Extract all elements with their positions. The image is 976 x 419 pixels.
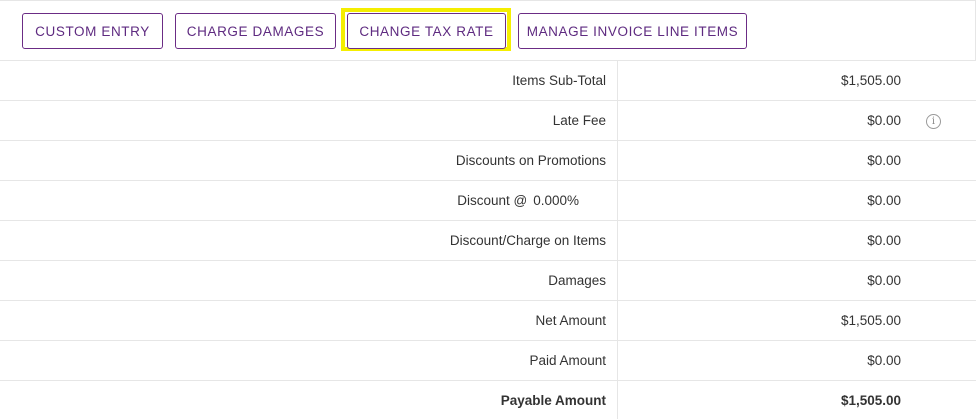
late-fee-value: $0.00 xyxy=(867,113,901,128)
paid-amount-value: $0.00 xyxy=(867,353,901,368)
paid-amount-row: Paid Amount $0.00 xyxy=(0,340,976,381)
discount-rate-percent: 0.000% xyxy=(533,193,579,208)
late-fee-label: Late Fee xyxy=(0,101,618,141)
late-fee-row: Late Fee $0.00 i xyxy=(0,100,976,141)
net-amount-row: Net Amount $1,505.00 xyxy=(0,300,976,341)
items-subtotal-value: $1,505.00 xyxy=(840,73,901,88)
damages-row: Damages $0.00 xyxy=(0,260,976,301)
discount-rate-value: $0.00 xyxy=(867,193,901,208)
discounts-promotions-value: $0.00 xyxy=(867,153,901,168)
invoice-totals-table: Items Sub-Total $1,505.00 Late Fee $0.00… xyxy=(0,60,976,419)
discount-charge-items-value: $0.00 xyxy=(867,233,901,248)
charge-damages-button[interactable]: CHARGE DAMAGES xyxy=(175,13,336,49)
damages-label: Damages xyxy=(0,261,618,301)
damages-value: $0.00 xyxy=(867,273,901,288)
custom-entry-button[interactable]: CUSTOM ENTRY xyxy=(22,13,163,49)
discount-charge-items-row: Discount/Charge on Items $0.00 xyxy=(0,220,976,261)
invoice-summary-page: CUSTOM ENTRY CHARGE DAMAGES CHANGE TAX R… xyxy=(0,0,976,419)
discounts-promotions-label: Discounts on Promotions xyxy=(0,141,618,181)
payable-amount-value: $1,505.00 xyxy=(840,393,901,408)
net-amount-value: $1,505.00 xyxy=(840,313,901,328)
payable-amount-row: Payable Amount $1,505.00 xyxy=(0,380,976,419)
items-subtotal-label: Items Sub-Total xyxy=(0,61,618,101)
paid-amount-label: Paid Amount xyxy=(0,341,618,381)
invoice-action-toolbar: CUSTOM ENTRY CHARGE DAMAGES CHANGE TAX R… xyxy=(0,0,976,60)
info-icon[interactable]: i xyxy=(926,114,941,129)
discount-charge-items-label: Discount/Charge on Items xyxy=(0,221,618,261)
payable-amount-label: Payable Amount xyxy=(0,381,618,419)
discount-rate-label-cell: Discount @ 0.000% xyxy=(0,181,618,221)
net-amount-label: Net Amount xyxy=(0,301,618,341)
manage-invoice-line-items-button[interactable]: MANAGE INVOICE LINE ITEMS xyxy=(518,13,747,49)
discount-rate-row: Discount @ 0.000% $0.00 xyxy=(0,180,976,221)
change-tax-rate-button[interactable]: CHANGE TAX RATE xyxy=(347,13,506,49)
discounts-promotions-row: Discounts on Promotions $0.00 xyxy=(0,140,976,181)
items-subtotal-row: Items Sub-Total $1,505.00 xyxy=(0,60,976,101)
discount-rate-label: Discount @ xyxy=(457,193,528,208)
